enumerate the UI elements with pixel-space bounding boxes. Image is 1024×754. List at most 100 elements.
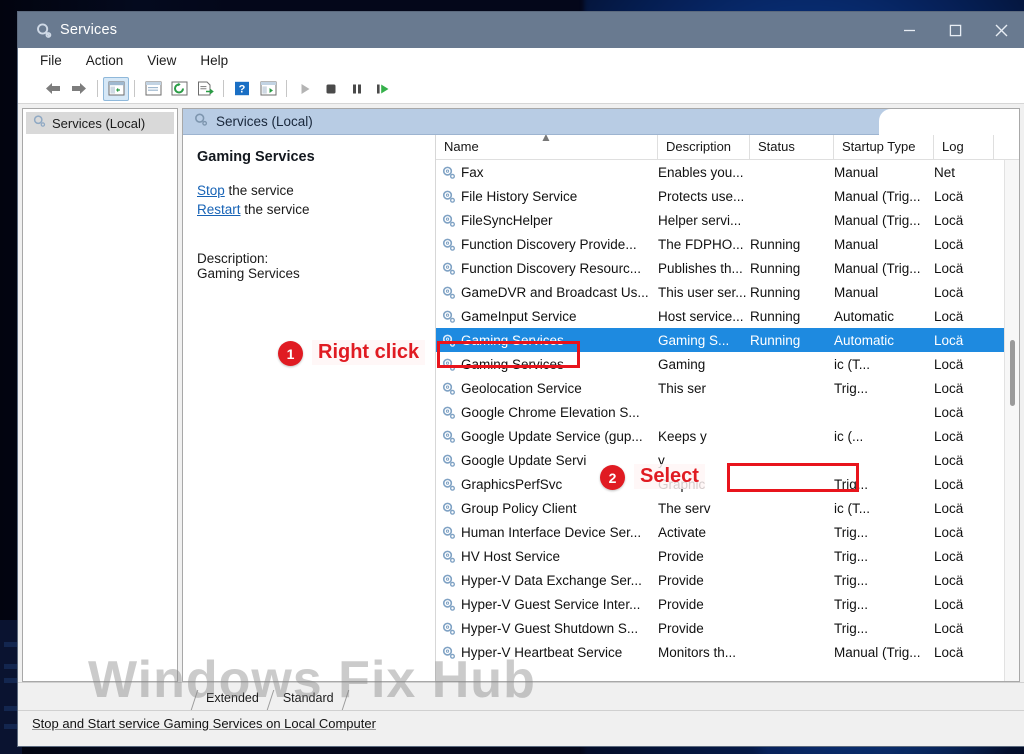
service-name-text: FileSyncHelper: [461, 212, 553, 228]
cell-log-on-as: Locä: [934, 548, 964, 564]
vertical-scrollbar[interactable]: [1004, 160, 1019, 681]
refresh-icon[interactable]: [166, 77, 192, 101]
table-row[interactable]: GraphicsPerfSvcGraphicTrig...Locä: [436, 472, 1019, 496]
maximize-icon[interactable]: [932, 12, 978, 48]
cell-service-name: Hyper-V Guest Service Inter...: [436, 597, 658, 612]
cell-service-name: Gaming Services: [436, 357, 658, 372]
service-name-text: Google Update Servi: [461, 452, 587, 468]
table-row[interactable]: Human Interface Device Ser... Activate Tri…: [436, 520, 1019, 544]
cell-startup-type: Trig...: [834, 620, 869, 636]
table-row[interactable]: Geolocation Service This ser Trig... Locä: [436, 376, 1019, 400]
column-header-log-on-as[interactable]: Log: [934, 135, 994, 159]
table-row[interactable]: HV Host Service Provide Trig... Locä: [436, 544, 1019, 568]
service-gear-icon: [441, 237, 456, 252]
menu-item-action[interactable]: Action: [86, 51, 138, 70]
cell-service-name: Hyper-V Heartbeat Service: [436, 645, 658, 660]
service-gear-icon: [441, 333, 456, 348]
stop-service-link[interactable]: Stop: [197, 183, 225, 198]
listview-rows: Fax Enables you... Manual Net File History S…: [436, 160, 1019, 664]
table-row[interactable]: GameDVR and Broadcast Us... This user ser…: [436, 280, 1019, 304]
table-row[interactable]: Function Discovery Provide... The FDPHO..…: [436, 232, 1019, 256]
cell-description: Publishes th...: [658, 260, 743, 276]
tree-node-services-local[interactable]: Services (Local): [26, 112, 174, 134]
column-header-description[interactable]: Description: [658, 135, 750, 159]
minimize-icon[interactable]: [886, 12, 932, 48]
table-row[interactable]: GameInput Service Host service... Running A…: [436, 304, 1019, 328]
service-name-text: Hyper-V Heartbeat Service: [461, 644, 623, 660]
column-header-status[interactable]: Status: [750, 135, 834, 159]
table-row[interactable]: Google Update Service (gup... Keeps y ic (…: [436, 424, 1019, 448]
cell-startup-type: Manual: [834, 284, 879, 300]
stop-service-icon[interactable]: [318, 77, 344, 101]
cell-service-name: Fax: [436, 165, 658, 180]
help-icon[interactable]: ?: [229, 77, 255, 101]
table-row[interactable]: Google Update Servi y Locä: [436, 448, 1019, 472]
stop-service-suffix: the service: [224, 183, 294, 198]
service-name-text: Group Policy Client: [461, 500, 577, 516]
menu-item-view[interactable]: View: [147, 51, 190, 70]
status-bar: Stop and Start service Gaming Services o…: [18, 710, 1024, 736]
column-header-name[interactable]: Name ▲: [436, 135, 658, 159]
cell-startup-type: Trig...: [834, 524, 869, 540]
cell-startup-type: Trig...: [834, 548, 869, 564]
service-gear-icon: [441, 477, 456, 492]
cell-log-on-as: Locä: [934, 236, 964, 252]
table-row[interactable]: Hyper-V Heartbeat Service Monitors th... M…: [436, 640, 1019, 664]
properties-icon[interactable]: [140, 77, 166, 101]
service-gear-icon: [441, 189, 456, 204]
cell-description: Provide: [658, 548, 704, 564]
restart-service-icon[interactable]: [370, 77, 396, 101]
service-details-panel: Gaming Services Stop the service Restart…: [183, 135, 435, 681]
cell-service-name: Hyper-V Data Exchange Ser...: [436, 573, 658, 588]
list-pane: Services (Local) Gaming Services Stop th…: [182, 108, 1020, 682]
cell-log-on-as: Locä: [934, 524, 964, 540]
column-header-startup-type[interactable]: Startup Type: [834, 135, 934, 159]
cell-log-on-as: Locä: [934, 188, 964, 204]
scrollbar-thumb[interactable]: [1010, 340, 1015, 406]
table-row[interactable]: Hyper-V Guest Service Inter... Provide Tri…: [436, 592, 1019, 616]
menu-item-file[interactable]: File: [40, 51, 76, 70]
pause-service-icon[interactable]: [344, 77, 370, 101]
menu-item-help[interactable]: Help: [200, 51, 242, 70]
service-name-text: Human Interface Device Ser...: [461, 524, 642, 540]
service-name-text: Gaming Services: [461, 332, 564, 348]
close-icon[interactable]: [978, 12, 1024, 48]
cell-status: Running: [750, 260, 801, 276]
tab-extended[interactable]: Extended: [190, 688, 275, 710]
tab-standard[interactable]: Standard: [271, 688, 349, 710]
window-titlebar: Services: [18, 12, 1024, 48]
table-row[interactable]: Group Policy Client The serv ic (T... Locä: [436, 496, 1019, 520]
cell-service-name: Group Policy Client: [436, 501, 658, 516]
table-row[interactable]: Hyper-V Guest Shutdown S... Provide Trig..…: [436, 616, 1019, 640]
cell-description: This ser: [658, 380, 707, 396]
service-name-text: HV Host Service: [461, 548, 561, 564]
table-row[interactable]: Gaming Services Gaming ic (T... Locä: [436, 352, 1019, 376]
restart-service-link[interactable]: Restart: [197, 202, 241, 217]
export-list-icon[interactable]: [192, 77, 218, 101]
service-name-text: Function Discovery Resourc...: [461, 260, 642, 276]
table-row[interactable]: Fax Enables you... Manual Net: [436, 160, 1019, 184]
console-window-icon[interactable]: [255, 77, 281, 101]
cell-description: Activate: [658, 524, 707, 540]
window-body: Services (Local) Services (Local) Gaming…: [18, 104, 1024, 682]
table-row[interactable]: File History Service Protects use... Manua…: [436, 184, 1019, 208]
service-gear-icon: [441, 597, 456, 612]
table-row[interactable]: Hyper-V Data Exchange Ser... Provide Trig.…: [436, 568, 1019, 592]
table-row[interactable]: Function Discovery Resourc... Publishes t…: [436, 256, 1019, 280]
forward-arrow-icon[interactable]: [66, 77, 92, 101]
service-gear-icon: [441, 645, 456, 660]
table-row[interactable]: Google Chrome Elevation S... Locä: [436, 400, 1019, 424]
cell-startup-type: ic (T...: [834, 356, 870, 372]
table-row[interactable]: Gaming Services Gaming S... Running Automat…: [436, 328, 1019, 352]
cell-startup-type: Trig...: [834, 596, 869, 612]
back-arrow-icon[interactable]: [40, 77, 66, 101]
table-row[interactable]: FileSyncHelper Helper servi... Manual (Tri…: [436, 208, 1019, 232]
cell-log-on-as: Locä: [934, 404, 964, 420]
annotation-badge-1: 1: [278, 341, 303, 366]
cell-startup-type: Trig...: [834, 476, 869, 492]
service-name-text: Geolocation Service: [461, 380, 582, 396]
cell-startup-type: Trig...: [834, 380, 869, 396]
services-window: Services File Action View Help ? Service…: [18, 12, 1024, 746]
start-service-icon[interactable]: [292, 77, 318, 101]
show-hide-tree-icon[interactable]: [103, 76, 129, 101]
